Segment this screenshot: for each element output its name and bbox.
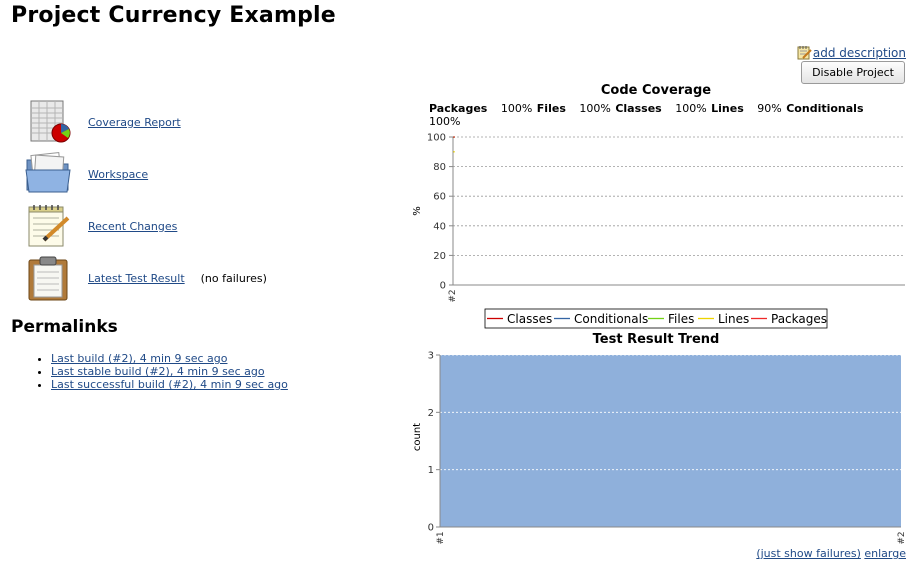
y-axis-label: % — [412, 206, 423, 216]
y-tick-label: 100 — [427, 133, 446, 144]
legend-label: Files — [668, 312, 694, 326]
y-axis-label: count — [412, 423, 423, 451]
trend-footer-links: (just show failures) enlarge — [756, 547, 906, 560]
charts-canvas: 020406080100%#2Classes Conditionals Files L… — [412, 133, 907, 545]
x-tick-label: #1 — [436, 531, 446, 544]
y-tick-label: 60 — [433, 192, 446, 203]
series-point — [453, 136, 455, 138]
trend-area — [440, 355, 901, 527]
enlarge-link[interactable]: enlarge — [864, 547, 906, 560]
y-tick-label: 2 — [428, 408, 434, 419]
y-tick-label: 20 — [433, 251, 446, 262]
legend-label: Classes — [507, 312, 552, 326]
y-tick-label: 0 — [428, 523, 434, 534]
y-tick-label: 1 — [428, 465, 434, 476]
y-tick-label: 0 — [440, 281, 446, 292]
y-tick-label: 80 — [433, 162, 446, 173]
x-tick-label: #2 — [897, 531, 907, 544]
y-tick-label: 40 — [433, 221, 446, 232]
x-tick-label: #2 — [448, 289, 458, 302]
y-tick-label: 3 — [428, 351, 434, 362]
legend-label: Conditionals — [574, 312, 648, 326]
legend-label: Lines — [718, 312, 749, 326]
just-show-failures-link[interactable]: (just show failures) — [756, 547, 861, 560]
trend-chart-title: Test Result Trend — [593, 332, 720, 347]
series-point — [453, 151, 455, 153]
legend-label: Packages — [771, 312, 827, 326]
